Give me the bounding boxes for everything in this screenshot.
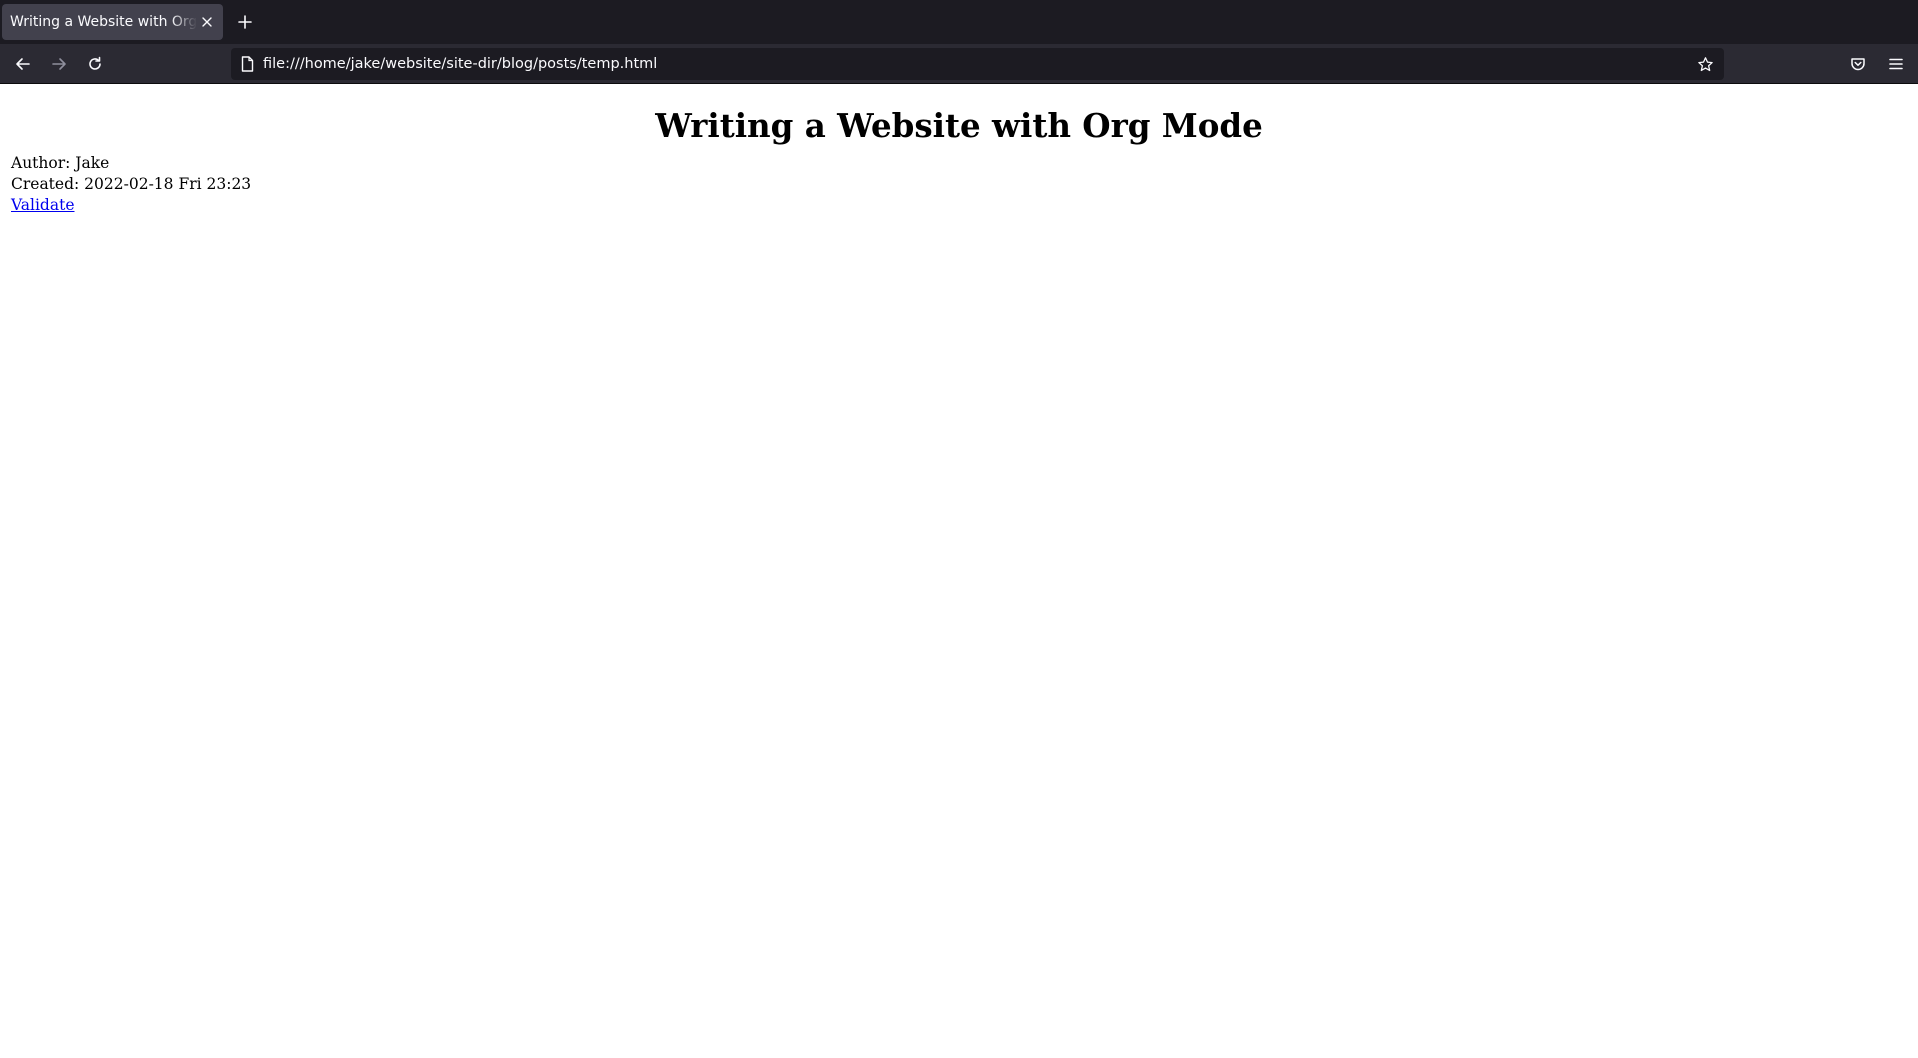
pocket-icon[interactable] [1842, 48, 1874, 80]
validate-link[interactable]: Validate [11, 196, 75, 214]
arrow-right-icon[interactable] [43, 48, 75, 80]
tab-title: Writing a Website with Org Mode [10, 14, 197, 30]
toolbar-right [1842, 48, 1918, 80]
page-icon [241, 56, 254, 72]
browser-chrome: Writing a Website with Org Mode file:///… [0, 0, 1918, 84]
url-bar[interactable]: file:///home/jake/website/site-dir/blog/… [231, 48, 1724, 80]
close-icon[interactable] [197, 12, 217, 32]
tab-strip: Writing a Website with Org Mode [0, 0, 1918, 44]
postamble: Author: Jake Created: 2022-02-18 Fri 23:… [11, 153, 1918, 216]
url-text[interactable]: file:///home/jake/website/site-dir/blog/… [263, 56, 1697, 72]
arrow-left-icon[interactable] [7, 48, 39, 80]
star-icon[interactable] [1697, 56, 1714, 73]
created-line: Created: 2022-02-18 Fri 23:23 [11, 175, 252, 193]
reload-icon[interactable] [79, 48, 111, 80]
page-content: Writing a Website with Org Mode Author: … [0, 85, 1918, 1058]
author-line: Author: Jake [11, 154, 110, 172]
page-title: Writing a Website with Org Mode [655, 106, 1263, 145]
hamburger-menu-icon[interactable] [1880, 48, 1912, 80]
tab-active[interactable]: Writing a Website with Org Mode [2, 4, 223, 40]
plus-icon[interactable] [229, 6, 261, 38]
